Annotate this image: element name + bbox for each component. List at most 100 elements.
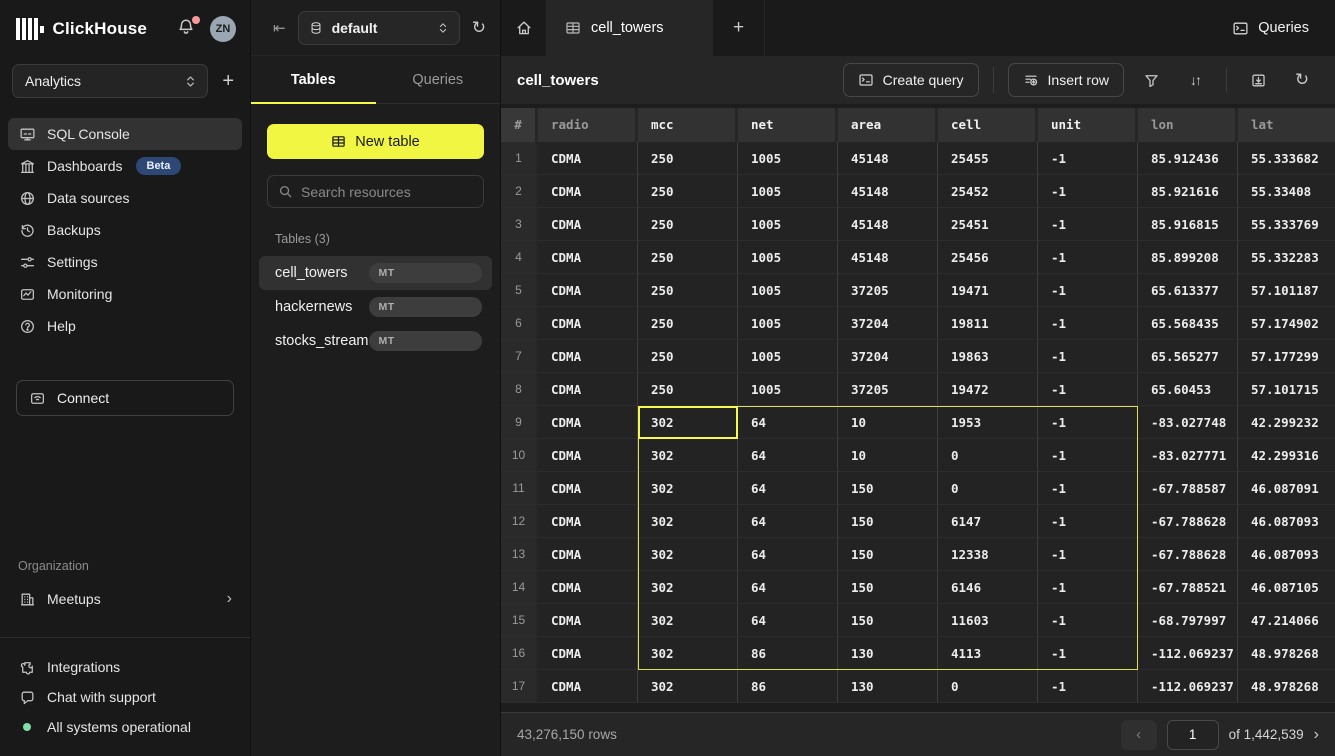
cell[interactable]: -67.788521 bbox=[1138, 571, 1238, 604]
cell[interactable]: -1 bbox=[1038, 571, 1138, 604]
cell[interactable]: 45148 bbox=[838, 175, 938, 208]
cell[interactable]: 250 bbox=[638, 175, 738, 208]
cell[interactable]: 46.087105 bbox=[1238, 571, 1335, 604]
cell[interactable]: -67.788628 bbox=[1138, 505, 1238, 538]
cell[interactable]: 302 bbox=[638, 505, 738, 538]
cell[interactable]: CDMA bbox=[538, 406, 638, 439]
row-number[interactable]: 2 bbox=[501, 175, 538, 208]
workspace-selector[interactable]: Analytics bbox=[12, 64, 208, 98]
cell[interactable]: CDMA bbox=[538, 307, 638, 340]
cell[interactable]: 302 bbox=[638, 472, 738, 505]
table-item-stocks-stream[interactable]: stocks_stream MT bbox=[259, 324, 492, 358]
column-header-net[interactable]: net bbox=[738, 108, 838, 142]
database-selector[interactable]: default bbox=[298, 11, 460, 45]
cell[interactable]: -112.069237 bbox=[1138, 670, 1238, 703]
sidebar-item-system-status[interactable]: All systems operational bbox=[8, 712, 242, 742]
cell[interactable]: -1 bbox=[1038, 670, 1138, 703]
tab-queries[interactable]: Queries bbox=[376, 56, 501, 103]
row-number[interactable]: 1 bbox=[501, 142, 538, 175]
cell[interactable]: 302 bbox=[638, 439, 738, 472]
cell[interactable]: 0 bbox=[938, 670, 1038, 703]
cell[interactable]: 37205 bbox=[838, 373, 938, 406]
cell[interactable]: -67.788628 bbox=[1138, 538, 1238, 571]
cell[interactable]: 85.916815 bbox=[1138, 208, 1238, 241]
cell[interactable]: -1 bbox=[1038, 241, 1138, 274]
row-number[interactable]: 12 bbox=[501, 505, 538, 538]
cell[interactable]: CDMA bbox=[538, 505, 638, 538]
sidebar-item-backups[interactable]: Backups bbox=[8, 214, 242, 246]
cell[interactable]: 25455 bbox=[938, 142, 1038, 175]
table-item-cell-towers[interactable]: cell_towers MT bbox=[259, 256, 492, 290]
refresh-databases-button[interactable]: ↻ bbox=[472, 18, 486, 38]
row-number[interactable]: 10 bbox=[501, 439, 538, 472]
column-header-mcc[interactable]: mcc bbox=[638, 108, 738, 142]
cell[interactable]: -1 bbox=[1038, 274, 1138, 307]
row-number[interactable]: 15 bbox=[501, 604, 538, 637]
cell[interactable]: -83.027748 bbox=[1138, 406, 1238, 439]
sort-button[interactable]: ↓↑ bbox=[1178, 63, 1212, 97]
sidebar-item-dashboards[interactable]: Dashboards Beta bbox=[8, 150, 242, 182]
cell[interactable]: 250 bbox=[638, 241, 738, 274]
cell[interactable]: 86 bbox=[738, 670, 838, 703]
sidebar-item-integrations[interactable]: Integrations bbox=[8, 652, 242, 682]
cell[interactable]: 37204 bbox=[838, 340, 938, 373]
cell[interactable]: 302 bbox=[638, 538, 738, 571]
cell[interactable]: -83.027771 bbox=[1138, 439, 1238, 472]
cell[interactable]: -1 bbox=[1038, 505, 1138, 538]
cell[interactable]: 85.912436 bbox=[1138, 142, 1238, 175]
cell[interactable]: CDMA bbox=[538, 274, 638, 307]
tab-tables[interactable]: Tables bbox=[251, 56, 376, 103]
cell[interactable]: -1 bbox=[1038, 208, 1138, 241]
cell[interactable]: 45148 bbox=[838, 241, 938, 274]
next-page-button[interactable]: › bbox=[1314, 726, 1319, 744]
cell[interactable]: 1005 bbox=[738, 241, 838, 274]
cell[interactable]: 1005 bbox=[738, 142, 838, 175]
cell[interactable]: 6147 bbox=[938, 505, 1038, 538]
cell[interactable]: 150 bbox=[838, 571, 938, 604]
cell[interactable]: CDMA bbox=[538, 571, 638, 604]
sidebar-item-help[interactable]: Help bbox=[8, 310, 242, 342]
cell[interactable]: 46.087093 bbox=[1238, 538, 1335, 571]
cell[interactable]: 57.177299 bbox=[1238, 340, 1335, 373]
row-number[interactable]: 17 bbox=[501, 670, 538, 703]
row-number[interactable]: 13 bbox=[501, 538, 538, 571]
sidebar-item-sql-console[interactable]: SQL Console bbox=[8, 118, 242, 150]
search-resources-input[interactable]: Search resources bbox=[267, 175, 484, 208]
sidebar-item-monitoring[interactable]: Monitoring bbox=[8, 278, 242, 310]
notifications-button[interactable] bbox=[176, 17, 200, 41]
add-workspace-button[interactable]: + bbox=[222, 70, 234, 93]
cell[interactable]: 47.214066 bbox=[1238, 604, 1335, 637]
cell[interactable]: 250 bbox=[638, 340, 738, 373]
row-number[interactable]: 7 bbox=[501, 340, 538, 373]
sidebar-item-settings[interactable]: Settings bbox=[8, 246, 242, 278]
page-input[interactable]: 1 bbox=[1167, 720, 1219, 750]
cell[interactable]: -68.797997 bbox=[1138, 604, 1238, 637]
cell[interactable]: CDMA bbox=[538, 604, 638, 637]
queries-button[interactable]: Queries bbox=[1206, 0, 1335, 56]
cell[interactable]: 19472 bbox=[938, 373, 1038, 406]
create-query-button[interactable]: Create query bbox=[843, 63, 979, 97]
column-header-radio[interactable]: radio bbox=[538, 108, 638, 142]
cell[interactable]: 250 bbox=[638, 307, 738, 340]
cell[interactable]: 64 bbox=[738, 505, 838, 538]
cell[interactable]: 150 bbox=[838, 538, 938, 571]
cell[interactable]: CDMA bbox=[538, 175, 638, 208]
cell[interactable]: 12338 bbox=[938, 538, 1038, 571]
cell[interactable]: -1 bbox=[1038, 340, 1138, 373]
previous-page-button[interactable]: ‹ bbox=[1121, 720, 1157, 750]
cell[interactable]: -1 bbox=[1038, 307, 1138, 340]
column-header-area[interactable]: area bbox=[838, 108, 938, 142]
cell[interactable]: -1 bbox=[1038, 439, 1138, 472]
cell[interactable]: 302 bbox=[638, 670, 738, 703]
column-header-cell[interactable]: cell bbox=[938, 108, 1038, 142]
cell[interactable]: 1005 bbox=[738, 274, 838, 307]
cell[interactable]: -1 bbox=[1038, 637, 1138, 670]
cell[interactable]: CDMA bbox=[538, 340, 638, 373]
sidebar-item-data-sources[interactable]: Data sources bbox=[8, 182, 242, 214]
cell[interactable]: CDMA bbox=[538, 142, 638, 175]
cell[interactable]: -1 bbox=[1038, 142, 1138, 175]
filter-button[interactable] bbox=[1134, 63, 1168, 97]
cell[interactable]: 55.333682 bbox=[1238, 142, 1335, 175]
cell[interactable]: 86 bbox=[738, 637, 838, 670]
row-number[interactable]: 6 bbox=[501, 307, 538, 340]
